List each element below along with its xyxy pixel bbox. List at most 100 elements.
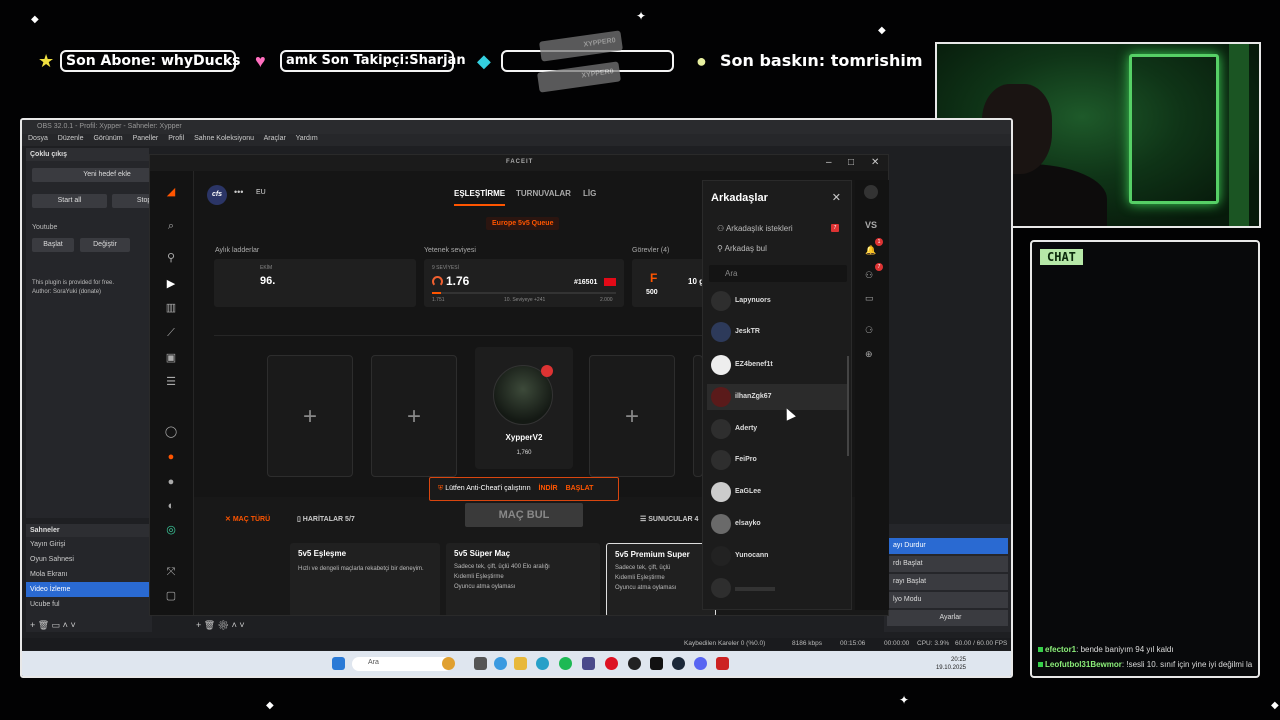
add-icon[interactable]: ⊕ (865, 349, 873, 360)
region-label[interactable]: EU (256, 189, 266, 196)
stats-icon[interactable]: ▥ (164, 301, 178, 315)
start-recording-button[interactable]: rdı Başlat (887, 556, 1008, 572)
menu-tools[interactable]: Araçlar (264, 135, 286, 142)
tab-tournaments[interactable]: TURNUVALAR (516, 189, 571, 198)
obs-icon[interactable] (628, 657, 641, 670)
opera-icon[interactable] (605, 657, 618, 670)
club-icon[interactable]: ◯ (164, 425, 178, 439)
faceit-logo-icon[interactable]: ◢ (164, 185, 178, 199)
plugin-author[interactable]: Author: SoraYuki (donate) (32, 289, 101, 295)
scene-item[interactable]: Ucube ful (26, 597, 152, 612)
search-icon[interactable]: ⌕ (164, 219, 178, 233)
team-logo[interactable]: cfs (207, 185, 227, 205)
user-avatar[interactable] (864, 185, 878, 199)
friend-item[interactable]: JeskTR (707, 319, 847, 345)
menu-file[interactable]: Dosya (28, 135, 48, 142)
start-button[interactable]: Başlat (32, 238, 74, 252)
start-all-button[interactable]: Start all (32, 194, 107, 208)
friends-icon[interactable]: ⚇ (865, 270, 873, 281)
find-match-button[interactable]: MAÇ BUL (465, 503, 583, 527)
club-icon[interactable]: ◎ (164, 523, 178, 537)
edit-button[interactable]: Değiştir (80, 238, 130, 252)
tab-match-type[interactable]: ✕ MAÇ TÜRÜ (225, 515, 270, 523)
edge-icon[interactable] (536, 657, 549, 670)
friend-item-hover[interactable]: ilhanZgk67 (707, 384, 847, 410)
download-link[interactable]: İNDİR (539, 485, 558, 492)
tab-matchmaking[interactable]: EŞLEŞTİRME (454, 189, 506, 206)
invite-slot[interactable]: + (371, 355, 457, 477)
scene-item[interactable]: Oyun Sahnesi (26, 552, 152, 567)
folder-icon[interactable] (514, 657, 527, 670)
taskbar-search[interactable]: Ara (352, 657, 452, 671)
invite-slot[interactable]: + (589, 355, 675, 477)
app-icon[interactable] (494, 657, 507, 670)
menu-docks[interactable]: Paneller (133, 135, 159, 142)
chat-icon[interactable]: ▭ (865, 293, 874, 304)
queue-badge[interactable]: Europe 5v5 Queue (486, 217, 560, 230)
club-icon[interactable]: ● (164, 475, 178, 489)
friend-item[interactable]: Lapynuors (707, 288, 847, 314)
menu-view[interactable]: Görünüm (93, 135, 122, 142)
friends-scrollbar[interactable] (847, 356, 849, 456)
friend-item[interactable]: EaGLee (707, 479, 847, 505)
scene-item-active[interactable]: Video İzleme (26, 582, 152, 597)
ladder-card[interactable]: EKİM 96. (214, 259, 416, 307)
minimize-icon[interactable]: – (826, 157, 832, 168)
skill-card[interactable]: 9 SEVİYESİ 1.76 #16501 1.751 10. Seviyey… (424, 259, 624, 307)
mode-card-selected[interactable]: 5v5 Premium Super Sadece tek, çift, üçlü… (606, 543, 716, 615)
find-players-icon[interactable]: ⚲ (164, 251, 178, 265)
expand-icon[interactable]: ⤧ (164, 565, 178, 579)
maximize-icon[interactable]: □ (848, 157, 854, 168)
steam-icon[interactable] (672, 657, 685, 670)
friend-item[interactable]: elsayko (707, 511, 847, 537)
mode-card[interactable]: 5v5 Eşleşme Hızlı ve dengeli maçlarla re… (290, 543, 440, 615)
more-icon[interactable]: ••• (234, 187, 243, 197)
spotify-icon[interactable] (559, 657, 572, 670)
chart-icon[interactable]: ⟋ (164, 326, 178, 340)
scene-item[interactable]: Mola Ekranı (26, 567, 152, 582)
friends-search-input[interactable]: Ara (709, 265, 847, 282)
clock[interactable]: 20:25 19.10.2025 (936, 656, 966, 672)
tab-maps[interactable]: ▯ HARİTALAR 5/7 (297, 515, 355, 523)
tab-servers[interactable]: ☰ SUNUCULAR 4 (640, 515, 698, 523)
friend-item[interactable]: FeiPro (707, 447, 847, 473)
list-icon[interactable]: ☰ (164, 375, 178, 389)
app-icon[interactable] (716, 657, 729, 670)
faceit-icon[interactable] (650, 657, 663, 670)
friend-item[interactable] (707, 575, 847, 601)
club-icon[interactable]: ● (164, 450, 178, 464)
windows-start-icon[interactable] (332, 657, 345, 670)
start-link[interactable]: BAŞLAT (566, 485, 594, 492)
menu-profile[interactable]: Profil (168, 135, 184, 142)
tab-league[interactable]: LİG (583, 189, 596, 198)
discord-icon[interactable] (694, 657, 707, 670)
menu-scene-collection[interactable]: Sahne Koleksiyonu (194, 135, 254, 142)
friend-item[interactable]: EZ4benef1t (707, 352, 847, 378)
close-icon[interactable]: ✕ (832, 191, 841, 204)
app-icon[interactable] (442, 657, 455, 670)
app-icon[interactable] (582, 657, 595, 670)
invite-slot[interactable]: + (267, 355, 353, 477)
club-icon[interactable]: ◐ (164, 499, 178, 513)
friend-requests-link[interactable]: ⚇ Arkadaşlık istekleri (717, 224, 793, 233)
mode-card[interactable]: 5v5 Süper Maç Sadece tek, çift, üçlü 400… (446, 543, 600, 615)
video-icon[interactable]: ▣ (164, 351, 178, 365)
close-icon[interactable]: ✕ (871, 157, 879, 168)
friend-item[interactable]: Yunocann (707, 543, 847, 569)
stop-stream-button[interactable]: ayı Durdur (887, 538, 1008, 554)
find-friend-link[interactable]: ⚲ Arkadaş bul (717, 244, 767, 253)
settings-button[interactable]: Ayarlar (887, 610, 1008, 626)
bell-icon[interactable]: 🔔 (865, 245, 876, 256)
friend-item[interactable]: Aderty (707, 416, 847, 442)
scene-item[interactable]: Yayın Girişi (26, 537, 152, 552)
menu-help[interactable]: Yardım (296, 135, 318, 142)
party-icon[interactable]: ⚆ (865, 325, 873, 336)
play-icon[interactable]: ▶ (164, 277, 178, 291)
menu-edit[interactable]: Düzenle (58, 135, 84, 142)
versus-label[interactable]: VS (865, 220, 877, 230)
inventory-icon[interactable]: ▢ (164, 589, 178, 603)
player-card[interactable]: XypperV2 1,760 (475, 347, 573, 469)
app-icon[interactable] (474, 657, 487, 670)
start-replay-button[interactable]: rayı Başlat (887, 574, 1008, 590)
studio-mode-button[interactable]: lyo Modu (887, 592, 1008, 608)
